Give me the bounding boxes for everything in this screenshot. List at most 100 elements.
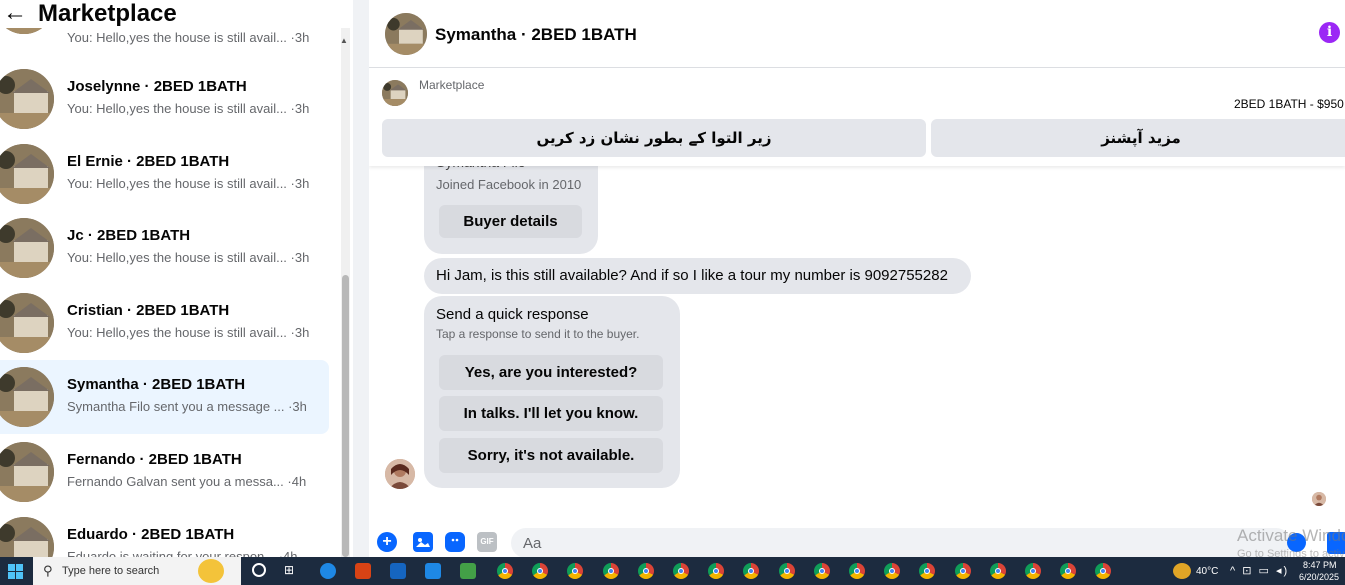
chrome-icon[interactable] (602, 563, 619, 579)
conversation-name: Joselynne · 2BED 1BATH (67, 78, 247, 95)
chat-title[interactable]: Symantha · 2BED 1BATH (435, 25, 637, 45)
windows-taskbar: ⚲ Type here to search ⊞ 40°C ^ ⊡ ▭ ◂) 8:… (0, 557, 1345, 585)
conversation-snippet: Symantha Filo sent you a message ... ·3h (67, 399, 307, 414)
buyer-joined-date: Joined Facebook in 2010 (436, 177, 582, 192)
conversation-snippet: Fernando Galvan sent you a messa... ·4h (67, 474, 307, 489)
seen-indicator-avatar (1312, 492, 1326, 506)
conversation-item[interactable]: El Ernie · 2BED 1BATH You: Hello,yes the… (0, 137, 329, 211)
conversation-snippet: You: Hello,yes the house is still avail.… (67, 250, 310, 265)
chrome-icon[interactable] (919, 563, 936, 579)
app-icon[interactable] (355, 563, 371, 579)
temperature: 40°C (1196, 566, 1219, 577)
conversation-name: Symantha · 2BED 1BATH (67, 376, 246, 393)
chrome-icon[interactable] (1060, 563, 1077, 579)
chat-pane: Symantha · 2BED 1BATH i Marketplace 2BED… (369, 0, 1345, 557)
chrome-icon[interactable] (637, 563, 654, 579)
activate-windows-watermark: Activate Windows (1237, 526, 1345, 545)
conversation-snippet: You: Hello,yes the house is still avail.… (67, 101, 310, 116)
chrome-icon[interactable] (989, 563, 1006, 579)
conversation-sidebar: ← Marketplace You: Hello,yes the house i… (0, 0, 353, 557)
mark-as-pending-button[interactable]: زیر التوا کے بطور نشان زد کریں (382, 119, 926, 157)
quick-reply-button[interactable]: Sorry, it's not available. (439, 438, 663, 473)
search-icon: ⚲ (43, 563, 53, 578)
sidebar-title: Marketplace (38, 0, 177, 27)
conversation-name: Eduardo · 2BED 1BATH (67, 526, 235, 543)
conversation-snippet: You: Hello,yes the house is still avail.… (67, 30, 310, 45)
chat-header: Symantha · 2BED 1BATH i (369, 0, 1345, 68)
info-icon[interactable]: i (1319, 22, 1340, 43)
task-view-icon[interactable]: ⊞ (284, 563, 300, 579)
listing-price[interactable]: 2BED 1BATH - $950 (1234, 97, 1344, 111)
conversation-item-active[interactable]: Symantha · 2BED 1BATH Symantha Filo sent… (0, 360, 329, 434)
back-arrow-icon[interactable]: ← (3, 0, 27, 26)
store-icon[interactable] (390, 563, 406, 579)
chrome-icon[interactable] (708, 563, 725, 579)
screen: ← Marketplace You: Hello,yes the house i… (0, 0, 1345, 585)
more-options-button[interactable]: مزید آپشنز (931, 119, 1345, 157)
calculator-icon[interactable] (460, 563, 476, 579)
weather-icon[interactable] (1173, 563, 1191, 579)
cortana-icon[interactable] (252, 563, 266, 577)
buyer-details-button[interactable]: Buyer details (439, 205, 582, 238)
activate-windows-subtext: Go to Settings to activate Windows. (1237, 548, 1345, 557)
message-text: Hi Jam, is this still available? And if … (436, 267, 948, 284)
chrome-icon[interactable] (813, 563, 830, 579)
house-thumbnail-icon (0, 69, 54, 129)
conversation-item[interactable]: Fernando · 2BED 1BATH Fernando Galvan se… (0, 435, 329, 509)
house-thumbnail-icon (0, 442, 54, 502)
marketplace-label: Marketplace (419, 78, 485, 92)
scroll-up-arrow-icon[interactable]: ▲ (340, 36, 348, 45)
search-placeholder: Type here to search (62, 565, 160, 577)
chrome-icon[interactable] (954, 563, 971, 579)
sticker-icon[interactable] (445, 532, 465, 552)
quick-response-title: Send a quick response (436, 306, 589, 323)
mail-icon[interactable] (425, 563, 441, 579)
chrome-icon[interactable] (567, 563, 584, 579)
quick-reply-button[interactable]: Yes, are you interested? (439, 355, 663, 390)
chrome-icon[interactable] (1095, 563, 1112, 579)
house-thumbnail-icon[interactable] (385, 13, 427, 55)
conversation-name: Fernando · 2BED 1BATH (67, 451, 242, 468)
conversation-name: Cristian · 2BED 1BATH (67, 302, 230, 319)
house-thumbnail-icon (0, 218, 54, 278)
photo-icon[interactable] (413, 532, 433, 552)
house-thumbnail-icon (0, 367, 54, 427)
conversation-item[interactable]: Cristian · 2BED 1BATH You: Hello,yes the… (0, 286, 329, 360)
edge-icon[interactable] (320, 563, 336, 579)
message-input[interactable] (511, 528, 1291, 557)
plus-icon[interactable]: + (377, 532, 397, 552)
clock-time[interactable]: 8:47 PM (1303, 560, 1337, 570)
message-composer: + GIF (369, 524, 1345, 557)
marketplace-listing-panel: Marketplace 2BED 1BATH - $950 زیر التوا … (369, 68, 1345, 166)
conversation-name: El Ernie · 2BED 1BATH (67, 153, 230, 170)
windows-start-icon[interactable] (8, 564, 24, 580)
conversation-item[interactable]: Eduardo · 2BED 1BATH Eduardo is waiting … (0, 510, 329, 557)
chrome-icon[interactable] (673, 563, 689, 579)
conversation-snippet: You: Hello,yes the house is still avail.… (67, 176, 310, 191)
sender-avatar[interactable] (385, 459, 415, 489)
house-thumbnail-icon (0, 517, 54, 557)
conversation-snippet: Eduardo is waiting for your respon... ·4… (67, 549, 298, 557)
chrome-icon[interactable] (884, 563, 901, 579)
quick-response-subtitle: Tap a response to send it to the buyer. (436, 327, 640, 341)
quick-reply-button[interactable]: In talks. I'll let you know. (439, 396, 663, 431)
chrome-icon[interactable] (743, 563, 760, 579)
conversation-item[interactable]: Jc · 2BED 1BATH You: Hello,yes the house… (0, 211, 329, 285)
quick-response-card: Send a quick response Tap a response to … (424, 296, 680, 488)
clock-date[interactable]: 6/20/2025 (1299, 572, 1339, 582)
chrome-icon[interactable] (497, 563, 513, 579)
sidebar-header: ← Marketplace (0, 0, 335, 28)
chrome-icon[interactable] (849, 563, 865, 579)
incoming-message: Hi Jam, is this still available? And if … (424, 258, 971, 294)
sidebar-scrollbar-thumb[interactable] (342, 275, 349, 557)
search-highlight-icon[interactable] (198, 559, 224, 583)
pane-divider (353, 0, 369, 557)
system-tray-icons[interactable]: ^ ⊡ ▭ ◂) (1230, 564, 1289, 577)
chrome-icon[interactable] (532, 563, 549, 579)
chrome-icon[interactable] (1025, 563, 1041, 579)
gif-icon[interactable]: GIF (477, 532, 497, 552)
house-thumbnail-icon (0, 293, 54, 353)
conversation-item[interactable]: Joselynne · 2BED 1BATH You: Hello,yes th… (0, 62, 329, 136)
chrome-icon[interactable] (778, 563, 795, 579)
conversation-name: Jc · 2BED 1BATH (67, 227, 191, 244)
